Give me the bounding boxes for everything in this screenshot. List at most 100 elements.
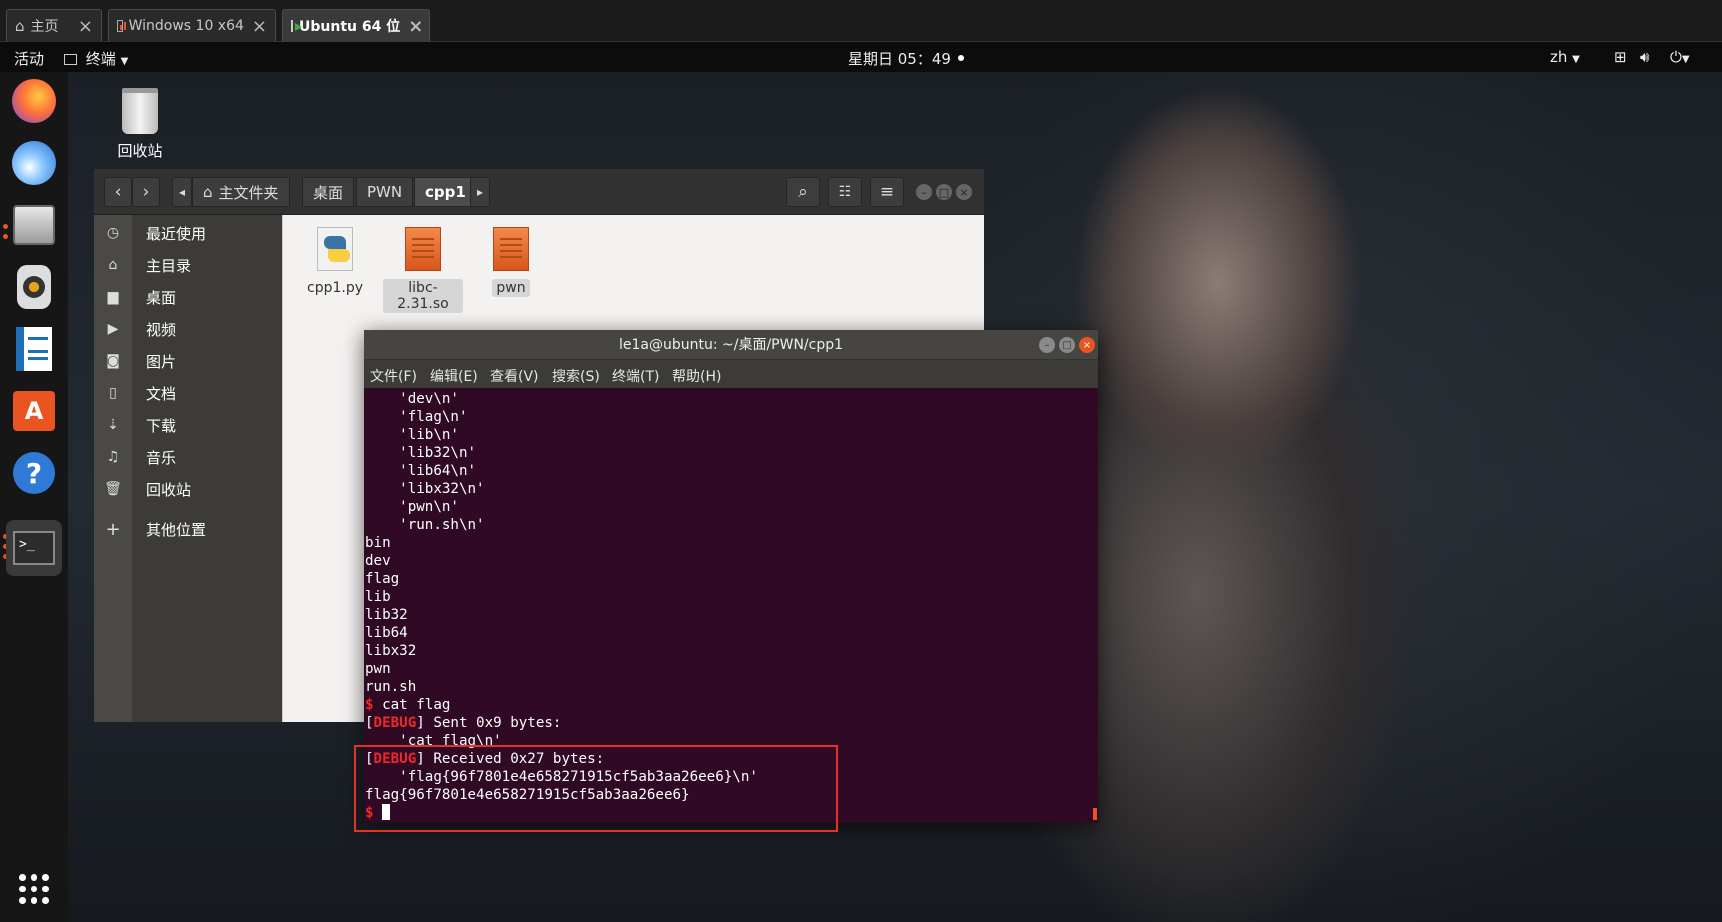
file-manager-header: ‹ › ◂ ⌂ 主文件夹 桌面 PWN cpp1 ▸ ⌕ ☷ ≡ – □ × <box>94 169 984 215</box>
terminal-line: lib64 <box>365 625 408 641</box>
trash-icon <box>122 88 158 134</box>
menu-search[interactable]: 搜索(S) <box>552 366 600 386</box>
sidebar-item-documents[interactable]: ▯ 文档 <box>94 379 282 407</box>
vm-tab-home[interactable]: ⌂ 主页 × <box>6 9 102 42</box>
terminal-scroll-indicator[interactable] <box>1093 808 1097 820</box>
home-icon: ⌂ <box>203 183 213 201</box>
terminal-line: 'lib64\n' <box>365 463 477 479</box>
sidebar-item-music[interactable]: ♫ 音乐 <box>94 443 282 471</box>
search-button[interactable]: ⌕ <box>786 177 820 207</box>
terminal-line: run.sh <box>365 679 417 695</box>
sidebar-item-pictures[interactable]: ◙ 图片 <box>94 347 282 375</box>
menu-help[interactable]: 帮助(H) <box>672 366 721 386</box>
home-icon: ⌂ <box>15 17 25 35</box>
files-icon[interactable] <box>9 200 59 250</box>
dock: A ? >_ <box>0 72 68 922</box>
vm-tab-strip: ⌂ 主页 × Windows 10 x64 × Ubuntu 64 位 × <box>0 0 1722 42</box>
path-right-arrow[interactable]: ▸ <box>470 177 490 207</box>
volume-icon[interactable]: 🔊︎ <box>1640 48 1649 66</box>
close-icon[interactable]: × <box>78 16 93 37</box>
search-icon: ⌕ <box>798 182 808 202</box>
help-icon[interactable]: ? <box>9 448 59 498</box>
sidebar-item-home[interactable]: ⌂ 主目录 <box>94 251 282 279</box>
music-icon: ♫ <box>106 449 120 465</box>
folder-icon: ▆ <box>107 289 119 305</box>
close-button[interactable]: × <box>956 184 972 200</box>
file-item[interactable]: libc-2.31.so <box>383 227 463 313</box>
file-item[interactable]: cpp1.py <box>295 227 375 297</box>
vm-tab-windows[interactable]: Windows 10 x64 × <box>108 9 276 42</box>
close-button[interactable]: × <box>1079 337 1095 353</box>
menu-edit[interactable]: 编辑(E) <box>430 366 478 386</box>
trash-icon: 🗑︎ <box>104 481 122 497</box>
binary-file-icon <box>493 227 529 271</box>
vm-icon <box>117 20 126 32</box>
sidebar-item-videos[interactable]: ▶ 视频 <box>94 315 282 343</box>
firefox-icon[interactable] <box>9 76 59 126</box>
breadcrumb-cpp1[interactable]: cpp1 <box>414 177 477 207</box>
highlight-box <box>354 745 838 832</box>
forward-button[interactable]: › <box>132 177 160 207</box>
menu-button[interactable]: ≡ <box>870 177 904 207</box>
terminal-command-line: $ cat flag <box>365 697 451 713</box>
terminal-line: lib32 <box>365 607 408 623</box>
sidebar-item-trash[interactable]: 🗑︎ 回收站 <box>94 475 282 503</box>
terminal-line: flag <box>365 571 400 587</box>
terminal-line: 'dev\n' <box>365 391 459 407</box>
menu-terminal[interactable]: 终端(T) <box>612 366 659 386</box>
download-icon: ⇣ <box>107 417 119 433</box>
terminal-icon[interactable]: >_ <box>6 520 62 576</box>
clock[interactable]: 星期日 05：49 <box>848 48 964 69</box>
breadcrumb-pwn[interactable]: PWN <box>356 177 414 207</box>
terminal-line: lib <box>365 589 391 605</box>
terminal-line: pwn <box>365 661 391 677</box>
network-icon[interactable]: ⊞ <box>1614 48 1627 66</box>
power-icon[interactable]: ⏻▼ <box>1670 48 1690 66</box>
activities-button[interactable]: 活动 <box>14 48 44 69</box>
menu-view[interactable]: 查看(V) <box>490 366 539 386</box>
file-item[interactable]: pwn <box>471 227 551 297</box>
writer-icon[interactable] <box>9 324 59 374</box>
close-icon[interactable]: × <box>408 16 423 37</box>
sidebar-item-desktop[interactable]: ▆ 桌面 <box>94 283 282 311</box>
maximize-button[interactable]: □ <box>1059 337 1075 353</box>
terminal-line: dev <box>365 553 391 569</box>
maximize-button[interactable]: □ <box>936 184 952 200</box>
show-apps-icon[interactable] <box>9 864 59 914</box>
minimize-button[interactable]: – <box>1039 337 1055 353</box>
minimize-button[interactable]: – <box>916 184 932 200</box>
desktop-trash[interactable]: 回收站 <box>105 88 175 161</box>
home-icon: ⌂ <box>108 257 118 273</box>
breadcrumb-home[interactable]: ⌂ 主文件夹 <box>192 177 290 207</box>
language-menu[interactable]: zh ▼ <box>1550 48 1580 66</box>
notification-dot-icon <box>957 55 964 61</box>
terminal-line: 'lib32\n' <box>365 445 477 461</box>
thunderbird-icon[interactable] <box>9 138 59 188</box>
vm-tab-ubuntu[interactable]: Ubuntu 64 位 × <box>282 9 430 42</box>
document-icon: ▯ <box>109 385 117 401</box>
sidebar-item-downloads[interactable]: ⇣ 下载 <box>94 411 282 439</box>
binary-file-icon <box>405 227 441 271</box>
path-left-arrow[interactable]: ◂ <box>172 177 192 207</box>
view-toggle-button[interactable]: ☷ <box>828 177 862 207</box>
sidebar-item-recent[interactable]: ◷ 最近使用 <box>94 219 282 247</box>
terminal-menubar: 文件(F) 编辑(E) 查看(V) 搜索(S) 终端(T) 帮助(H) <box>364 360 1098 388</box>
caret-down-icon: ▼ <box>120 56 129 67</box>
caret-down-icon: ▼ <box>1572 54 1580 65</box>
menu-file[interactable]: 文件(F) <box>370 366 417 386</box>
terminal-line: 'lib\n' <box>365 427 459 443</box>
terminal-line: libx32 <box>365 643 417 659</box>
rhythmbox-icon[interactable] <box>9 262 59 312</box>
sidebar-item-other-locations[interactable]: + 其他位置 <box>94 515 282 543</box>
breadcrumb-desktop[interactable]: 桌面 <box>302 177 355 207</box>
back-button[interactable]: ‹ <box>104 177 132 207</box>
python-file-icon <box>317 227 353 271</box>
terminal-debug-sent: [DEBUG] Sent 0x9 bytes: <box>365 715 562 731</box>
terminal-line: 'flag\n' <box>365 409 468 425</box>
close-icon[interactable]: × <box>252 16 267 37</box>
app-menu[interactable]: 终端 ▼ <box>64 48 128 69</box>
vm-running-icon <box>291 20 302 32</box>
terminal-line: bin <box>365 535 391 551</box>
software-icon[interactable]: A <box>9 386 59 436</box>
terminal-line: 'libx32\n' <box>365 481 485 497</box>
